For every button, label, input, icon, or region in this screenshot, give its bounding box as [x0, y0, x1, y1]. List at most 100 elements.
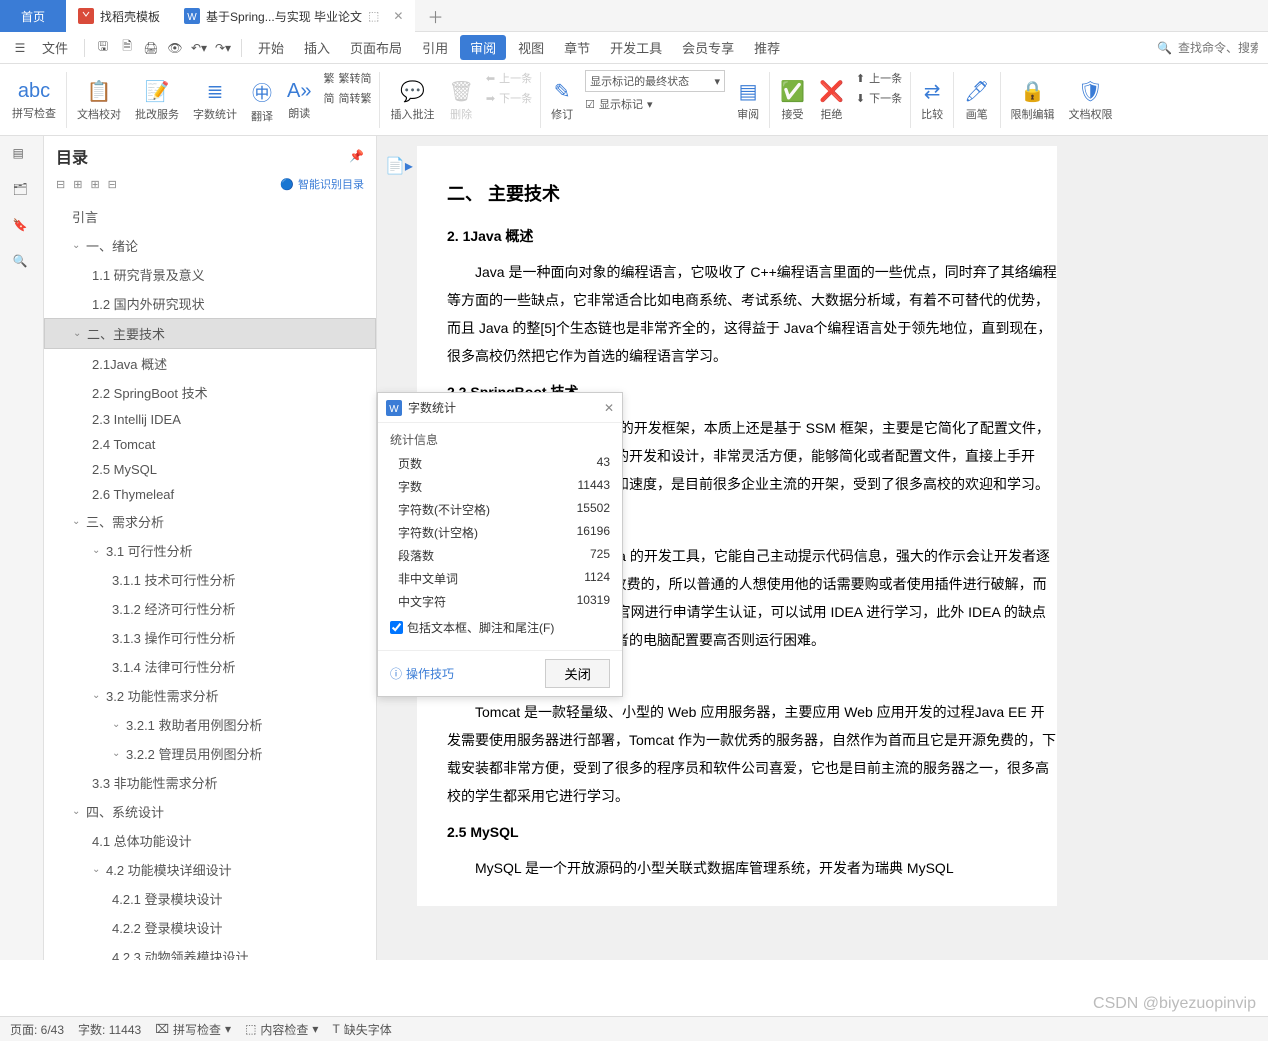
- close-button[interactable]: 关闭: [545, 659, 610, 688]
- tip-link[interactable]: ⓘ操作技巧: [390, 665, 454, 682]
- wordcount-dialog: W 字数统计 ✕ 统计信息 页数43字数11443字符数(不计空格)15502字…: [377, 392, 623, 697]
- display-mode-select[interactable]: 显示标记的最终状态▾: [585, 70, 725, 92]
- tab-home[interactable]: 首页: [0, 0, 66, 32]
- tree-item[interactable]: ⌄一、绪论: [44, 231, 376, 260]
- checkbox-input[interactable]: [390, 621, 403, 634]
- bookmark-icon[interactable]: 🔖: [13, 218, 31, 236]
- tree-item[interactable]: 1.1 研究背景及意义: [44, 260, 376, 289]
- spellcheck-button[interactable]: abc拼写检查: [6, 68, 62, 132]
- show-mark-button[interactable]: ☑显示标记▾: [585, 96, 725, 112]
- next-change-button[interactable]: ⬇下一条: [856, 90, 902, 106]
- tree-item[interactable]: 2.3 Intellij IDEA: [44, 407, 376, 432]
- expand-icon[interactable]: ⊞: [73, 178, 82, 191]
- file-menu[interactable]: 文件: [34, 38, 76, 57]
- tree-item[interactable]: ⌄3.2 功能性需求分析: [44, 681, 376, 710]
- shield-icon: 🛡: [1078, 79, 1103, 104]
- tree-item[interactable]: ⌄四、系统设计: [44, 797, 376, 826]
- reject-button[interactable]: ❌拒绝: [813, 68, 850, 132]
- insert-comment-button[interactable]: 💬插入批注: [384, 68, 440, 132]
- search-box[interactable]: 🔍: [1157, 41, 1258, 55]
- prev-comment-button[interactable]: ⬅上一条: [486, 70, 532, 86]
- tree-item[interactable]: 1.2 国内外研究现状: [44, 289, 376, 318]
- brush-button[interactable]: 🖊画笔: [958, 68, 995, 132]
- include-checkbox[interactable]: 包括文本框、脚注和尾注(F): [390, 613, 610, 642]
- menu-refs[interactable]: 引用: [414, 38, 456, 57]
- content-status[interactable]: ⬚ 内容检查 ▾: [245, 1021, 318, 1038]
- page-status[interactable]: 页面: 6/43: [10, 1021, 64, 1038]
- read-button[interactable]: A»朗读: [281, 68, 317, 132]
- redo-icon[interactable]: ↷▾: [213, 38, 233, 58]
- tab-document[interactable]: W 基于Spring...与实现 毕业论文 ⬚ ✕: [172, 0, 415, 32]
- menu-layout[interactable]: 页面布局: [342, 38, 410, 57]
- menu-view[interactable]: 视图: [510, 38, 552, 57]
- translate-button[interactable]: ㊥翻译: [245, 68, 279, 132]
- nav-icon[interactable]: 🗂: [13, 182, 31, 200]
- tree-item[interactable]: 3.3 非功能性需求分析: [44, 768, 376, 797]
- outline-icon[interactable]: ▤: [13, 146, 31, 164]
- font-status[interactable]: T 缺失字体: [332, 1021, 391, 1038]
- restrict-button[interactable]: 🔒限制编辑: [1005, 68, 1061, 132]
- menu-chapter[interactable]: 章节: [556, 38, 598, 57]
- tree-item[interactable]: ⌄二、主要技术: [44, 318, 376, 349]
- preview-icon[interactable]: 👁: [165, 38, 185, 58]
- collapse-all-icon[interactable]: ⊟: [108, 178, 117, 191]
- save-icon[interactable]: 🖫: [93, 38, 113, 58]
- accept-button[interactable]: ✅接受: [774, 68, 811, 132]
- tree-item[interactable]: 2.5 MySQL: [44, 457, 376, 482]
- menu-start[interactable]: 开始: [250, 38, 292, 57]
- tree-item[interactable]: ⌄3.2.1 救助者用例图分析: [44, 710, 376, 739]
- tree-item[interactable]: 2.2 SpringBoot 技术: [44, 378, 376, 407]
- menu-recommend[interactable]: 推荐: [746, 38, 788, 57]
- conv-trad-button[interactable]: 繁繁转简: [323, 70, 371, 86]
- tab-add[interactable]: ＋: [415, 0, 455, 32]
- tree-item[interactable]: ⌄4.2 功能模块详细设计: [44, 855, 376, 884]
- search-input[interactable]: [1178, 41, 1258, 55]
- tree-item[interactable]: 3.1.4 法律可行性分析: [44, 652, 376, 681]
- delete-button[interactable]: 🗑删除: [442, 68, 479, 132]
- close-icon[interactable]: ✕: [393, 9, 403, 23]
- unpin-icon[interactable]: 📌: [349, 149, 364, 163]
- saveas-icon[interactable]: 🗎: [117, 38, 137, 58]
- tree-item[interactable]: 3.1.2 经济可行性分析: [44, 594, 376, 623]
- tree-item[interactable]: 4.2.3 动物领养模块设计: [44, 942, 376, 960]
- prev-change-button[interactable]: ⬆上一条: [856, 70, 902, 86]
- tree-item[interactable]: 2.4 Tomcat: [44, 432, 376, 457]
- spell-status[interactable]: ⌧ 拼写检查 ▾: [155, 1021, 231, 1038]
- tree-item[interactable]: 3.1.3 操作可行性分析: [44, 623, 376, 652]
- menu-member[interactable]: 会员专享: [674, 38, 742, 57]
- doccheck-button[interactable]: 📋文档校对: [71, 68, 127, 132]
- print-icon[interactable]: 🖨: [141, 38, 161, 58]
- tree-item[interactable]: 3.1.1 技术可行性分析: [44, 565, 376, 594]
- collapse-icon[interactable]: ⊟: [56, 178, 65, 191]
- revise-button[interactable]: ✎修订: [545, 68, 579, 132]
- wordcount-button[interactable]: ≣字数统计: [187, 68, 243, 132]
- tree-item[interactable]: 4.2.1 登录模块设计: [44, 884, 376, 913]
- hamburger-icon[interactable]: ☰: [10, 38, 30, 58]
- review-pane-button[interactable]: ▤审阅: [731, 68, 765, 132]
- word-status[interactable]: 字数: 11443: [78, 1021, 141, 1038]
- tree-item[interactable]: ⌄3.2.2 管理员用例图分析: [44, 739, 376, 768]
- menu-dev[interactable]: 开发工具: [602, 38, 670, 57]
- tree-label: 1.1 研究背景及意义: [92, 265, 205, 284]
- outline-tree[interactable]: 引言⌄一、绪论 1.1 研究背景及意义 1.2 国内外研究现状⌄二、主要技术2.1J…: [44, 198, 376, 960]
- tree-item[interactable]: 2.6 Thymeleaf: [44, 482, 376, 507]
- menu-review[interactable]: 审阅: [460, 35, 506, 60]
- search-icon[interactable]: 🔍: [13, 254, 31, 272]
- tree-item[interactable]: ⌄三、需求分析: [44, 507, 376, 536]
- undo-icon[interactable]: ↶▾: [189, 38, 209, 58]
- tree-item[interactable]: 2.1Java 概述: [44, 349, 376, 378]
- close-icon[interactable]: ✕: [604, 401, 614, 415]
- permission-button[interactable]: 🛡文档权限: [1063, 68, 1119, 132]
- conv-simp-button[interactable]: 简简转繁: [323, 90, 371, 106]
- approve-button[interactable]: 📝批改服务: [129, 68, 185, 132]
- tree-item[interactable]: 4.1 总体功能设计: [44, 826, 376, 855]
- tree-item[interactable]: 4.2.2 登录模块设计: [44, 913, 376, 942]
- next-comment-button[interactable]: ➡下一条: [486, 90, 532, 106]
- smart-outline-button[interactable]: 🔵智能识别目录: [280, 176, 364, 192]
- menu-insert[interactable]: 插入: [296, 38, 338, 57]
- tree-item[interactable]: 引言: [44, 202, 376, 231]
- tree-item[interactable]: ⌄3.1 可行性分析: [44, 536, 376, 565]
- tab-template[interactable]: 找稻壳模板: [66, 0, 172, 32]
- expand-all-icon[interactable]: ⊞: [90, 178, 99, 191]
- compare-button[interactable]: ⇄比较: [915, 68, 949, 132]
